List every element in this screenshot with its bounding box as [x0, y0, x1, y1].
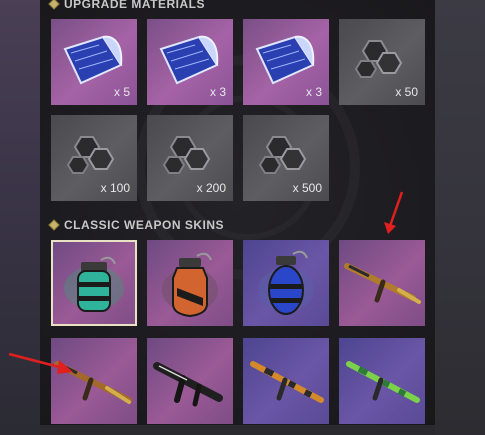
grenade-green-icon: [64, 256, 124, 312]
item-slot-hex-parts[interactable]: x 100: [51, 115, 137, 201]
item-quantity: x 500: [292, 181, 322, 195]
item-slot-blueprint[interactable]: x 5: [51, 19, 137, 105]
section-header-classic-weapon-skins: CLASSIC WEAPON SKINS: [48, 218, 225, 232]
smg-black-icon: [153, 362, 223, 407]
skin-slot-rifle-wood-gold[interactable]: [339, 240, 425, 326]
item-quantity: x 5: [113, 85, 130, 99]
section-header-upgrade-materials: UPGRADE MATERIALS: [48, 0, 205, 11]
rifle-camo-green-icon: [346, 361, 420, 403]
skin-slot-grenade-green[interactable]: [51, 240, 137, 326]
diamond-bullet-icon: [48, 0, 60, 10]
grenade-blue-icon: [258, 250, 314, 315]
item-slot-blueprint[interactable]: x 3: [243, 19, 329, 105]
item-slot-blueprint[interactable]: x 3: [147, 19, 233, 105]
item-quantity: x 100: [100, 181, 130, 195]
item-slot-hex-parts[interactable]: x 200: [147, 115, 233, 201]
annotation-arrow-icon: [8, 352, 73, 374]
annotation-arrow-icon: [384, 191, 404, 234]
panel-footer: [40, 425, 435, 435]
section-title: CLASSIC WEAPON SKINS: [64, 218, 225, 232]
skin-slot-rifle-camo-green[interactable]: [339, 338, 425, 424]
item-quantity: x 3: [305, 85, 322, 99]
item-quantity: x 3: [209, 85, 226, 99]
skin-slot-rifle-camo-orange[interactable]: [243, 338, 329, 424]
item-slot-hex-parts[interactable]: x 50: [339, 19, 425, 105]
skin-slot-grenade-orange[interactable]: [147, 240, 233, 326]
section-title: UPGRADE MATERIALS: [64, 0, 205, 11]
rifle-wood-gold-icon: [344, 263, 421, 304]
diamond-bullet-icon: [48, 219, 60, 231]
skin-slot-grenade-blue[interactable]: [243, 240, 329, 326]
rifle-camo-orange-icon: [250, 361, 324, 403]
item-quantity: x 50: [395, 85, 418, 99]
item-quantity: x 200: [196, 181, 226, 195]
item-slot-hex-parts[interactable]: x 500: [243, 115, 329, 201]
skin-slot-smg-black[interactable]: [147, 338, 233, 424]
grenade-orange-icon: [162, 252, 218, 318]
background-right: [435, 0, 485, 435]
